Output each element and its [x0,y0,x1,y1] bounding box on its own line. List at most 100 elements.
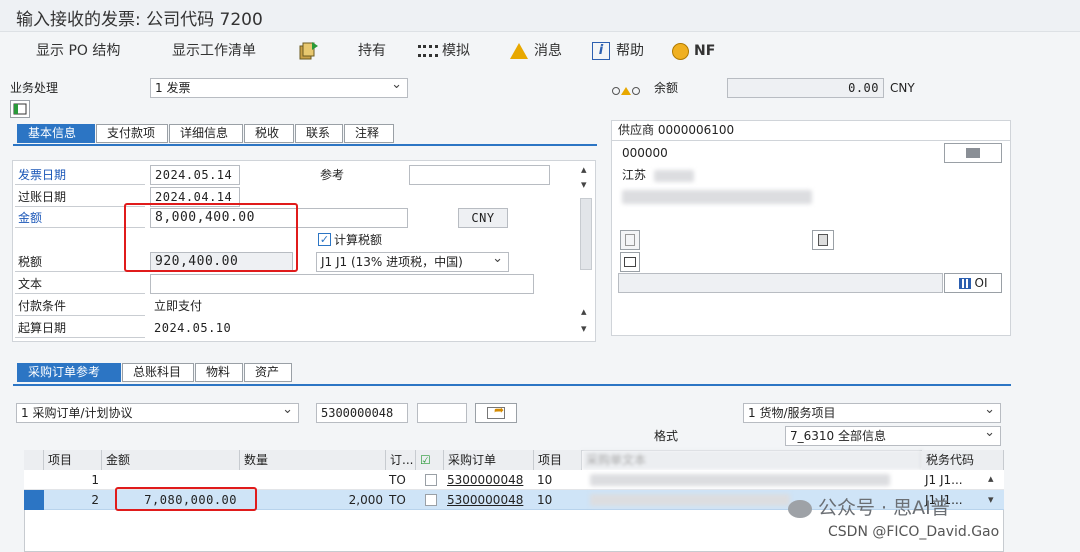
document-transfer-icon[interactable] [298,40,320,62]
panel-scroll-down-lower-icon[interactable]: ▴ [581,305,587,318]
messages-button[interactable]: 消息 [510,40,562,62]
payment-terms-label: 付款条件 [15,296,145,316]
grid-header-check[interactable]: ☑ [416,450,444,470]
row2-selector[interactable] [24,490,44,510]
checkmark-header-icon: ☑ [420,453,431,467]
grid-header-po-text[interactable]: 采购单文本 [582,450,922,470]
row1-unit: TO [389,473,406,487]
row2-po-link[interactable]: 5300000048 [444,490,534,510]
ref-type-select[interactable]: 1 采购订单/计划协议 [16,403,299,423]
panel-scroll-down-bottom-icon[interactable]: ▾ [581,322,587,335]
help-button[interactable]: i 帮助 [592,40,644,62]
text-label: 文本 [15,274,145,294]
panel-scrollbar-thumb[interactable] [580,198,592,270]
grid-col-selector [24,450,44,470]
tab-basic-data[interactable]: 基本信息 [17,124,95,143]
highlight-row-amount [115,487,257,511]
grid-header-quantity[interactable]: 数量 [240,450,386,470]
panel-scroll-down-icon[interactable]: ▾ [581,178,587,191]
row2-qty[interactable]: 2,000 [240,490,386,510]
baseline-date-value: 2024.05.10 [154,321,232,335]
vendor-address-redacted [622,190,812,204]
item-type-select[interactable]: 1 货物/服务项目 [743,403,1001,423]
vendor-header-line [612,140,1010,141]
tab-details[interactable]: 详细信息 [169,124,243,143]
po-transfer-button[interactable]: ➦ [475,403,517,423]
invoice-date-label: 发票日期 [15,165,145,185]
tab-contact[interactable]: 联系 [295,124,343,143]
vendor-print-icon[interactable] [620,252,640,272]
vendor-header: 供应商 0000006100 [618,123,735,137]
row1-qty[interactable] [240,470,386,490]
amount-currency: CNY [458,208,508,228]
vendor-code: 000000 [622,146,668,160]
tab-asset[interactable]: 资产 [244,363,292,382]
reference-label: 参考 [320,168,345,182]
row2-checkbox[interactable] [425,494,437,506]
balance-status-icon [612,84,644,96]
warning-icon [510,43,528,59]
row1-po-link[interactable]: 5300000048 [444,470,534,490]
tab-payment[interactable]: 支付款项 [96,124,168,143]
simulate-button[interactable]: 模拟 [418,40,470,62]
row1-checkbox[interactable] [425,474,437,486]
layout-toggle-icon[interactable] [10,100,30,118]
tab-gl-account[interactable]: 总账科目 [122,363,194,382]
ref-tab-underline [13,384,1011,386]
hold-button[interactable]: 持有 [358,40,386,62]
tax-code-select[interactable]: J1 J1 (13% 进项税，中国) [316,252,509,272]
open-items-button[interactable]: OI [944,273,1002,293]
grid-scroll-down-icon[interactable]: ▾ [988,493,994,506]
row1-item: 1 [91,473,99,487]
grid-header-item[interactable]: 项目 [44,450,102,470]
show-po-structure-button[interactable]: 显示 PO 结构 [36,40,120,62]
reference-field[interactable] [409,165,550,185]
po-item-field[interactable] [417,403,467,423]
csdn-watermark: CSDN @FICO_David.Gao [828,524,1000,540]
text-field[interactable] [150,274,534,294]
tab-notes[interactable]: 注释 [344,124,394,143]
business-select[interactable]: 1 发票 [150,78,408,98]
grid-header-amount[interactable]: 金额 [102,450,240,470]
po-number-field[interactable]: 5300000048 [316,403,408,423]
baseline-date-label: 起算日期 [15,318,145,338]
page-title: 输入接收的发票: 公司代码 7200 [16,10,263,30]
open-items-icon [958,278,971,289]
row1-po-text-redacted [590,474,890,486]
nf-coin-icon [672,42,689,60]
tab-tax[interactable]: 税收 [244,124,294,143]
vendor-detail-icon [966,148,980,158]
tab-material[interactable]: 物料 [195,363,243,382]
wechat-icon [788,499,812,518]
tab-underline [13,144,597,146]
grid-header-tax-code[interactable]: 税务代码 [922,450,1004,470]
layout-select[interactable]: 7_6310 全部信息 [785,426,1001,446]
grid-scroll-up-icon[interactable]: ▴ [988,472,994,485]
wechat-watermark: 公众号 · 思AI普 [788,494,950,522]
vendor-city-redacted [654,170,694,182]
panel-scroll-up-icon[interactable]: ▴ [581,163,587,176]
grid-header-po[interactable]: 采购订单 [444,450,534,470]
vendor-clipboard-icon[interactable] [812,230,834,250]
balance-currency: CNY [890,81,915,95]
calc-tax-label: 计算税额 [334,233,383,247]
vendor-detail-button[interactable] [944,143,1002,163]
highlight-amount-tax [124,203,298,272]
payment-terms-value: 立即支付 [154,299,203,313]
layout-label: 格式 [654,429,679,443]
calc-tax-checkbox[interactable]: ✓ [318,233,331,246]
grid-header-po-item[interactable]: 项目 [534,450,582,470]
grid-header-unit[interactable]: 订... [386,450,416,470]
row2-unit: TO [389,493,406,507]
row2-po-text-redacted [590,494,790,506]
vendor-doc-icon[interactable] [620,230,640,250]
simulate-icon [418,45,438,57]
nf-button[interactable]: NF [672,40,715,62]
business-label: 业务处理 [10,81,59,95]
vendor-info-field [618,273,943,293]
row1-po-item: 10 [537,473,553,487]
row2-item: 2 [91,493,99,507]
tab-po-reference[interactable]: 采购订单参考 [17,363,121,382]
invoice-date-field[interactable]: 2024.05.14 [150,165,240,185]
show-worklist-button[interactable]: 显示工作清单 [172,40,256,62]
